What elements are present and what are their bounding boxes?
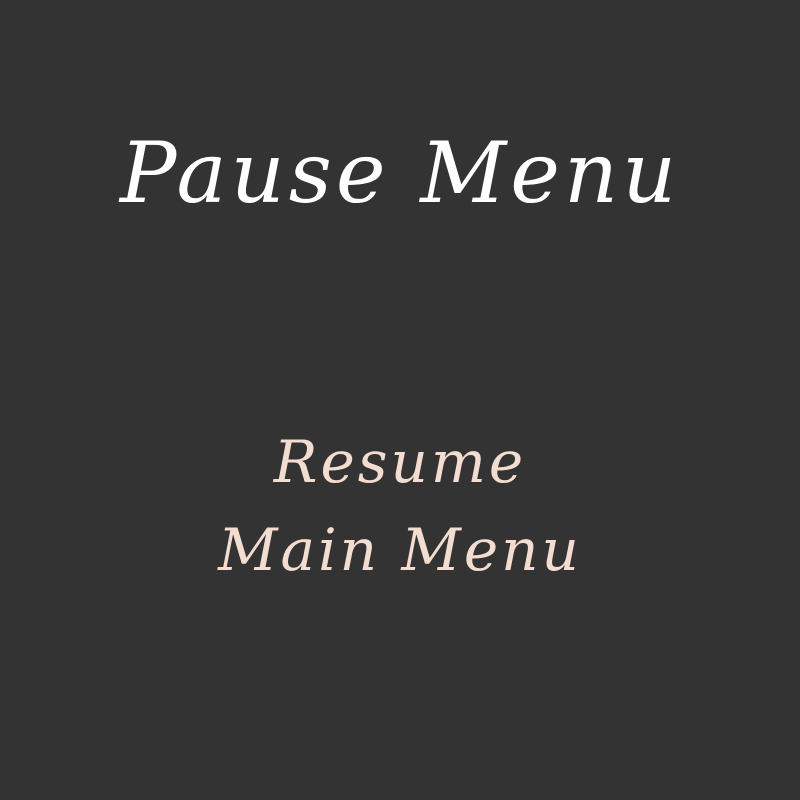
- pause-menu-title: Pause Menu: [119, 124, 681, 222]
- main-menu-button[interactable]: Main Menu: [218, 506, 582, 594]
- resume-button[interactable]: Resume: [274, 418, 526, 506]
- pause-menu-screen: Pause Menu Resume Main Menu: [0, 0, 800, 800]
- pause-menu-options: Resume Main Menu: [0, 418, 800, 594]
